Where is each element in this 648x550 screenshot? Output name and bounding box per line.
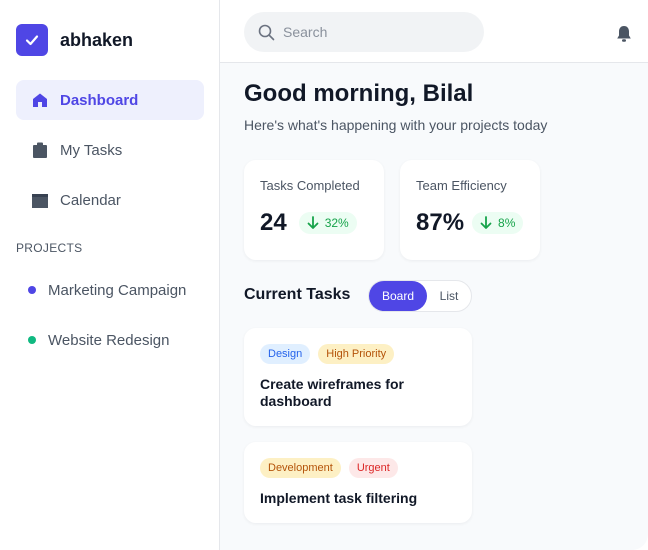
- stat-label: Team Efficiency: [416, 178, 507, 193]
- home-icon: [32, 92, 48, 108]
- stat-change-value: 8%: [498, 216, 516, 230]
- bell-icon[interactable]: [614, 24, 634, 44]
- project-label: Website Redesign: [48, 331, 170, 349]
- sidebar: abhaken Dashboard My Tasks Calendar PROJ…: [0, 0, 220, 550]
- search-box[interactable]: [244, 12, 484, 52]
- task-title: Implement task filtering: [260, 490, 418, 506]
- current-tasks-heading: Current Tasks: [244, 286, 351, 303]
- tag-development: Development: [260, 458, 341, 478]
- checkmark-logo-icon: [16, 24, 48, 56]
- task-title: Create wireframes for dashboard: [260, 376, 404, 409]
- top-bar: [220, 0, 648, 63]
- stat-change-badge: 32%: [298, 212, 357, 234]
- main-content: Good morning, Bilal Here's what's happen…: [220, 0, 648, 550]
- greeting-subtitle: Here's what's happening with your projec…: [244, 117, 548, 133]
- project-color-dot: [28, 286, 36, 294]
- project-color-dot: [28, 336, 36, 344]
- board-view-button[interactable]: Board: [369, 281, 427, 311]
- search-input[interactable]: [283, 24, 463, 40]
- sidebar-item-my-tasks[interactable]: My Tasks: [16, 130, 204, 170]
- brand[interactable]: abhaken: [16, 24, 133, 56]
- sidebar-item-label: My Tasks: [60, 141, 123, 159]
- clipboard-icon: [32, 142, 48, 158]
- tag-design: Design: [260, 344, 311, 364]
- tag-high-priority: High Priority: [318, 344, 395, 364]
- sidebar-item-label: Calendar: [60, 191, 121, 209]
- projects-heading: PROJECTS: [16, 241, 83, 255]
- tag-urgent: Urgent: [348, 458, 398, 478]
- app-window: abhaken Dashboard My Tasks Calendar PROJ…: [0, 0, 648, 550]
- project-label: Marketing Campaign: [48, 281, 187, 299]
- project-item-website-redesign[interactable]: Website Redesign: [16, 324, 204, 356]
- stat-change-value: 32%: [324, 216, 349, 230]
- arrow-down-icon: [307, 216, 319, 230]
- view-toggle: Board List: [368, 280, 472, 312]
- stat-change-badge: 8%: [472, 212, 524, 234]
- sidebar-item-label: Dashboard: [60, 91, 139, 109]
- stat-label: Tasks Completed: [260, 178, 360, 193]
- brand-name: abhaken: [60, 29, 134, 50]
- calendar-icon: [32, 192, 48, 208]
- project-item-marketing-campaign[interactable]: Marketing Campaign: [16, 274, 204, 306]
- greeting-title: Good morning, Bilal: [244, 80, 474, 107]
- search-icon: [258, 24, 275, 41]
- stat-card-tasks-completed: Tasks Completed 24 32%: [244, 160, 384, 260]
- arrow-down-icon: [480, 216, 492, 230]
- task-card[interactable]: Design High Priority Create wireframes f…: [244, 328, 472, 426]
- sidebar-item-dashboard[interactable]: Dashboard: [16, 80, 204, 120]
- stat-card-team-efficiency: Team Efficiency 87% 8%: [400, 160, 540, 260]
- sidebar-item-calendar[interactable]: Calendar: [16, 180, 204, 220]
- stat-value: 24: [260, 209, 287, 236]
- stat-value: 87%: [416, 209, 465, 236]
- list-view-button[interactable]: List: [427, 281, 471, 311]
- task-card[interactable]: Development Urgent Implement task filter…: [244, 442, 472, 523]
